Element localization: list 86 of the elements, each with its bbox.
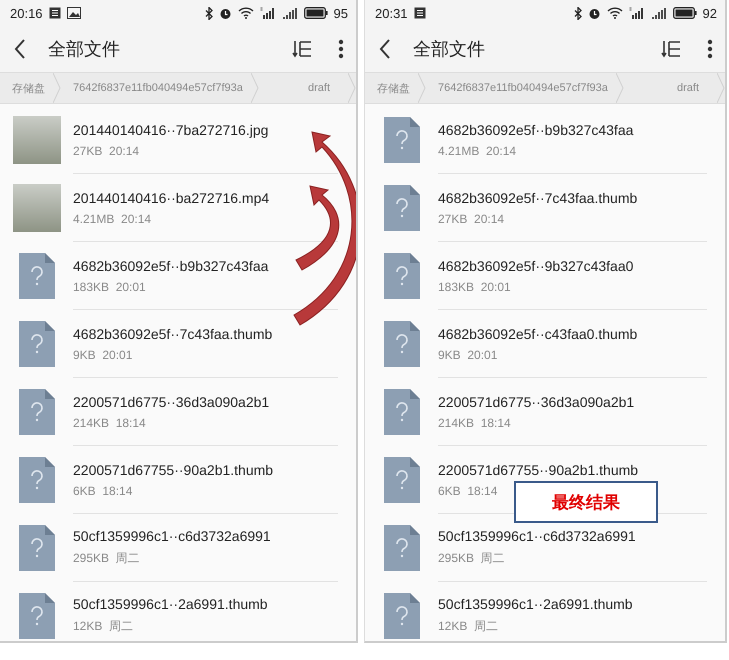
file-meta: 6KB 18:14: [438, 484, 498, 498]
file-meta: 9KB 20:01: [438, 348, 498, 362]
screen-title: 全部文件: [48, 38, 121, 61]
breadcrumb-item[interactable]: 存储盘: [377, 80, 410, 96]
back-icon[interactable]: [379, 39, 391, 59]
file-meta: 6KB 18:14: [73, 484, 134, 498]
file-name: 50cf1359996c1··2a6991.thumb: [73, 596, 269, 612]
file-meta: 295KB 周二: [73, 550, 141, 567]
unknown-file-icon: [18, 524, 54, 570]
unknown-file-icon: [18, 320, 54, 366]
image-icon: [66, 7, 81, 19]
more-icon[interactable]: [707, 39, 713, 59]
file-name: 2200571d67755··90a2b1.thumb: [73, 462, 274, 478]
unknown-file-icon: [18, 456, 54, 502]
battery-icon: [672, 7, 697, 19]
file-name: 50cf1359996c1··c6d3732a6991: [73, 528, 272, 544]
status-time: 20:31: [375, 6, 408, 20]
breadcrumb-item[interactable]: 7642f6837e11fb040494e57cf7f93a: [73, 82, 243, 94]
unknown-file-icon: [18, 252, 54, 298]
status-time: 20:16: [10, 6, 43, 20]
screen-title: 全部文件: [413, 38, 486, 61]
signal-icon: [282, 7, 298, 19]
signal-icon: [650, 7, 667, 19]
unknown-file-icon: [384, 524, 420, 570]
notes-icon: [414, 7, 426, 19]
file-meta: 27KB 20:14: [438, 212, 506, 226]
unknown-file-icon: [384, 456, 420, 502]
signal-icon: [628, 7, 645, 19]
file-name: 4682b36092e5f··7c43faa.thumb: [73, 326, 274, 342]
unknown-file-icon: [384, 184, 420, 230]
unknown-file-icon: [18, 388, 54, 434]
bluetooth-icon: [574, 6, 582, 20]
breadcrumb-item[interactable]: draft: [676, 82, 699, 94]
breadcrumb-separator-icon: [53, 73, 61, 103]
unknown-file-icon: [384, 592, 420, 638]
signal-icon: [260, 7, 276, 19]
file-meta: 12KB 周二: [438, 618, 500, 635]
breadcrumb-separator-icon: [418, 73, 426, 103]
battery-level: 92: [702, 6, 717, 20]
breadcrumb-item[interactable]: 7642f6837e11fb040494e57cf7f93a: [438, 82, 608, 94]
notes-icon: [48, 7, 61, 19]
wifi-icon: [238, 7, 254, 19]
unknown-file-icon: [384, 252, 420, 298]
file-name: 201440140416··7ba272716.jpg: [73, 122, 270, 138]
file-meta: 183KB 20:01: [73, 280, 147, 294]
annotation-label: 最终结果: [514, 481, 658, 523]
file-meta: 295KB 周二: [438, 550, 506, 567]
file-meta: 4.21MB 20:14: [73, 212, 152, 226]
file-name: 4682b36092e5f··b9b327c43faa: [73, 258, 270, 274]
file-name: 50cf1359996c1··2a6991.thumb: [438, 596, 634, 612]
file-meta: 9KB 20:01: [73, 348, 134, 362]
file-meta: 12KB 周二: [73, 618, 134, 635]
battery-level: 95: [334, 6, 348, 20]
file-meta: 214KB 18:14: [73, 416, 147, 430]
file-meta: 4.21MB 20:14: [438, 144, 518, 158]
file-name: 2200571d6775··36d3a090a2b1: [73, 394, 270, 410]
file-meta: 183KB 20:01: [438, 280, 512, 294]
breadcrumb-separator-icon: [250, 73, 259, 103]
file-meta: 214KB 18:14: [438, 416, 512, 430]
alarm-icon: [218, 6, 232, 20]
breadcrumb-item[interactable]: draft: [308, 82, 330, 94]
file-meta: 27KB 20:14: [73, 144, 140, 158]
file-name: 4682b36092e5f··b9b327c43faa: [438, 122, 634, 138]
file-name: 4682b36092e5f··9b327c43faa0: [438, 258, 634, 274]
wifi-icon: [606, 7, 623, 19]
sort-icon[interactable]: [292, 40, 312, 58]
breadcrumb-item[interactable]: 存储盘: [12, 80, 45, 96]
more-icon[interactable]: [338, 39, 344, 59]
file-name: 2200571d6775··36d3a090a2b1: [438, 394, 636, 410]
unknown-file-icon: [384, 116, 420, 162]
unknown-file-icon: [18, 592, 54, 638]
sort-icon[interactable]: [661, 40, 681, 58]
unknown-file-icon: [384, 320, 420, 366]
file-name: 4682b36092e5f··7c43faa.thumb: [438, 190, 638, 206]
file-name: 4682b36092e5f··c43faa0.thumb: [438, 326, 638, 342]
bluetooth-icon: [204, 6, 213, 20]
file-name: 50cf1359996c1··c6d3732a6991: [438, 528, 637, 544]
file-name: 201440140416··ba272716.mp4: [73, 190, 270, 206]
photo-placeholder: [12, 184, 60, 232]
back-icon[interactable]: [14, 39, 26, 59]
alarm-icon: [588, 6, 601, 20]
breadcrumb-separator-icon: [616, 73, 624, 103]
battery-icon: [304, 7, 328, 19]
unknown-file-icon: [384, 388, 420, 434]
photo-placeholder: [12, 116, 60, 164]
file-name: 2200571d67755··90a2b1.thumb: [438, 462, 640, 478]
